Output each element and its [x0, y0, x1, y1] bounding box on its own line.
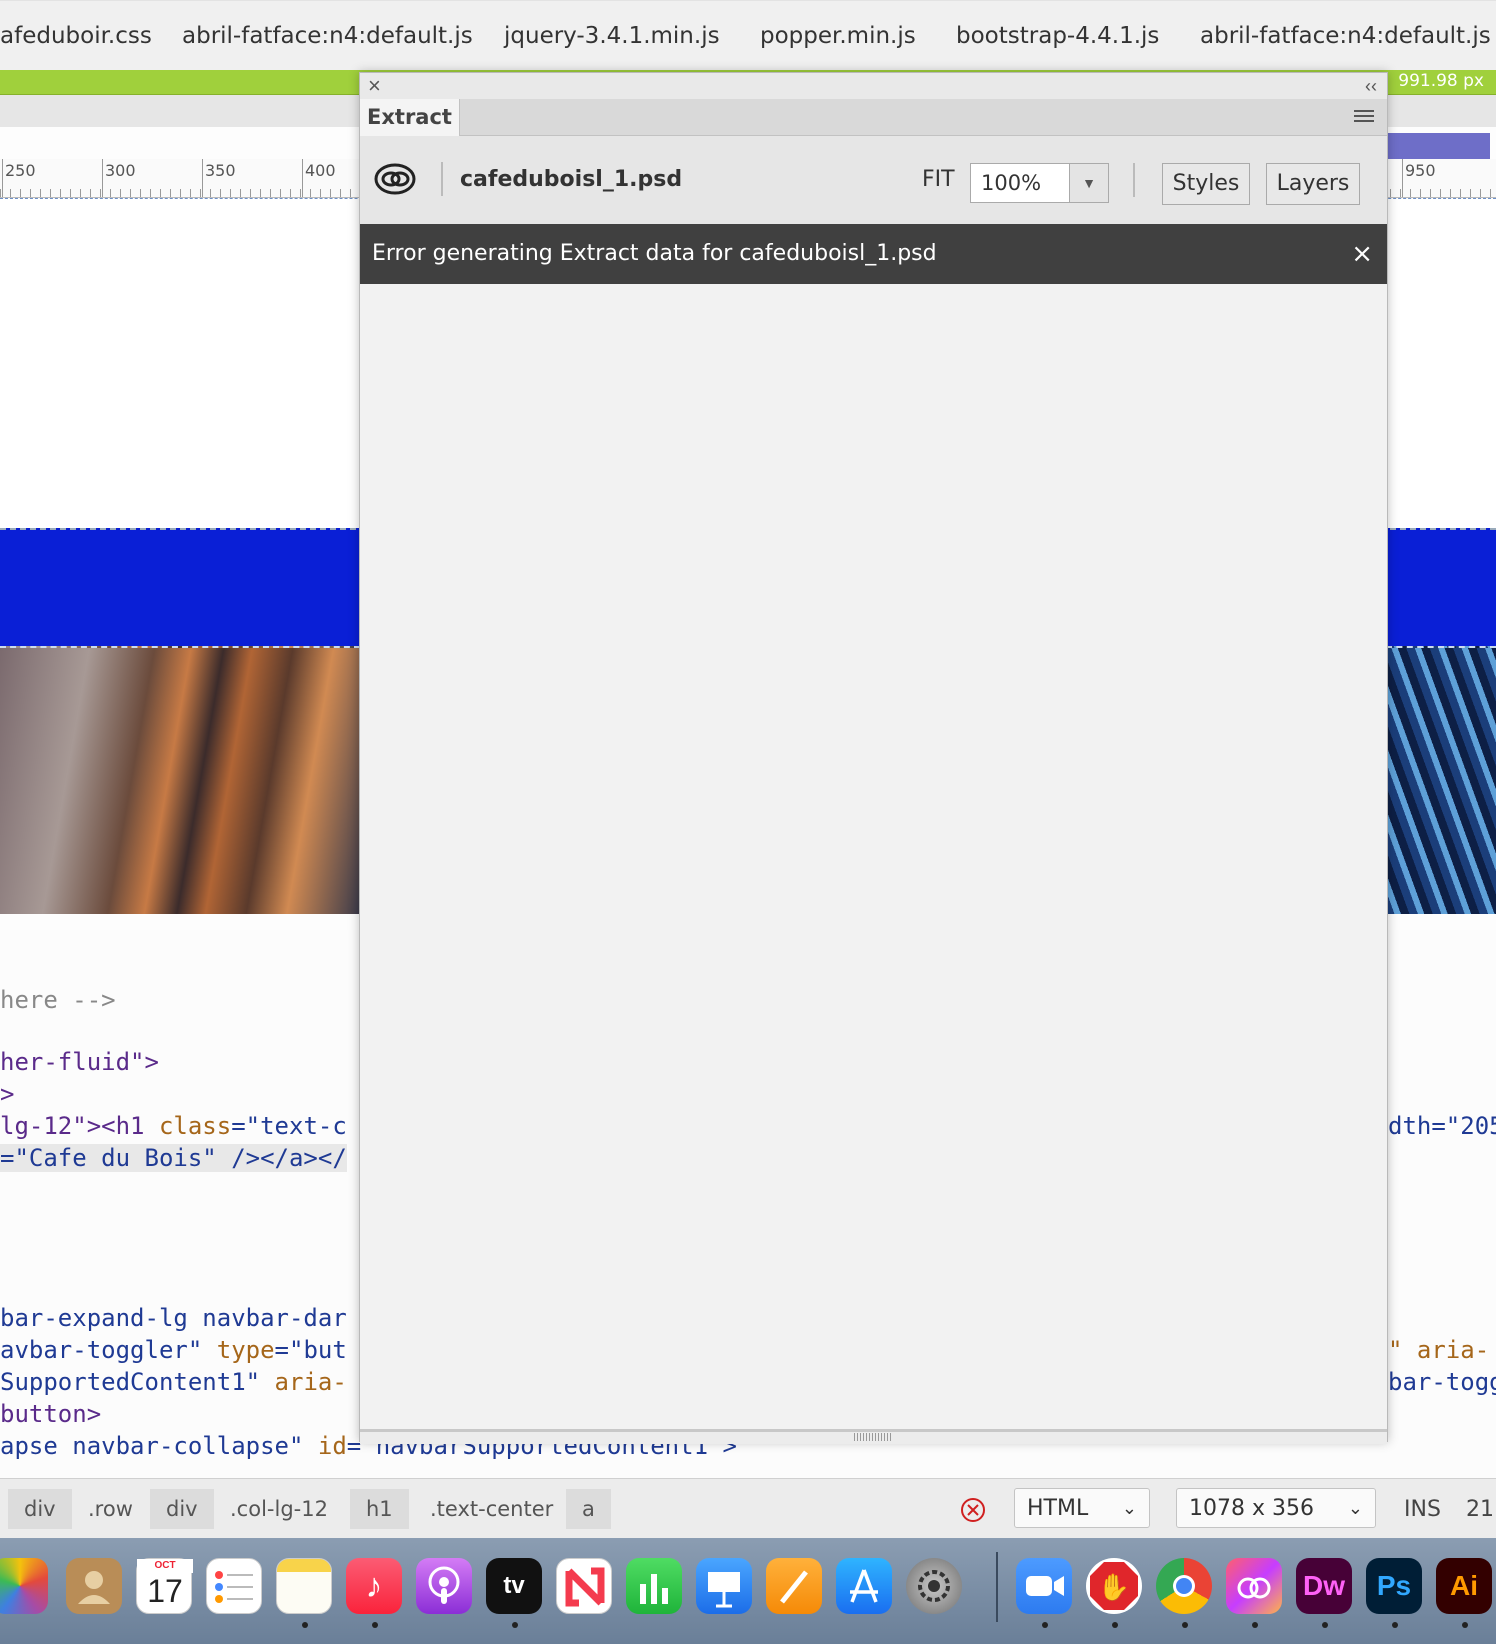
code-line: lg-12"><h1 class="text-c	[0, 1112, 347, 1140]
breadcrumb-item[interactable]: div	[150, 1489, 214, 1529]
code-line-right: dth="205	[1388, 1112, 1496, 1140]
panel-title-bar[interactable]: × ‹‹	[360, 73, 1387, 99]
insert-mode-indicator[interactable]: INS	[1404, 1497, 1441, 1522]
pages-app-icon[interactable]	[766, 1558, 822, 1614]
panel-resize-handle[interactable]	[360, 1429, 1387, 1444]
notes-app-icon[interactable]	[276, 1558, 332, 1614]
code-line-right: bar-togg	[1388, 1368, 1496, 1396]
code-line: here -->	[0, 986, 116, 1014]
news-app-icon[interactable]	[556, 1558, 612, 1614]
ruler-label-950: 950	[1405, 161, 1436, 180]
file-tab-popper[interactable]: popper.min.js	[760, 23, 916, 49]
breadcrumb-item[interactable]: a	[566, 1489, 611, 1529]
svg-text:✋: ✋	[1098, 1572, 1130, 1603]
collapse-panel-icon[interactable]: ‹‹	[1365, 73, 1377, 99]
code-line: ="Cafe du Bois" /></a></	[0, 1144, 347, 1172]
apple-tv-app-icon[interactable]: tv	[486, 1558, 542, 1614]
file-tab-css[interactable]: afeduboir.css	[0, 23, 152, 49]
code-line-right: " aria-	[1388, 1336, 1490, 1364]
photoshop-app-icon[interactable]: Ps	[1366, 1558, 1422, 1614]
extract-panel: × ‹‹ Extract cafeduboisl_1.psd FIT 100% …	[359, 72, 1388, 1444]
media-query-width: 991.98 px	[1398, 71, 1484, 91]
window-size-select[interactable]: 1078 x 356 ⌄	[1176, 1488, 1376, 1528]
macos-dock: OCT 17 ♪ tv ✋ Dw Ps Ai	[0, 1538, 1496, 1644]
chrome-app-icon[interactable]	[1156, 1558, 1212, 1614]
status-bar: div .row div .col-lg-12 h1 .text-center …	[0, 1478, 1496, 1539]
tab-extract[interactable]: Extract	[360, 99, 460, 136]
fit-label[interactable]: FIT	[922, 167, 955, 192]
app-store-icon[interactable]	[836, 1558, 892, 1614]
ruler-label-250: 250	[5, 161, 36, 180]
zoom-app-icon[interactable]	[1016, 1558, 1072, 1614]
code-line: SupportedContent1" aria-	[0, 1368, 347, 1396]
creative-cloud-icon[interactable]	[1226, 1558, 1282, 1614]
calendar-app-icon[interactable]: OCT 17	[136, 1558, 193, 1614]
ruler-label-350: 350	[205, 161, 236, 180]
numbers-app-icon[interactable]	[626, 1558, 682, 1614]
system-preferences-icon[interactable]	[906, 1558, 962, 1614]
ruler-label-300: 300	[105, 161, 136, 180]
error-icon[interactable]	[960, 1497, 986, 1523]
breadcrumb-item[interactable]: .col-lg-12	[214, 1489, 344, 1529]
dock-separator	[996, 1552, 998, 1622]
file-tab-abril-fatface-2[interactable]: abril-fatface:n4:default.js	[1200, 23, 1491, 49]
hero-image-left[interactable]	[0, 646, 360, 914]
related-files-bar: afeduboir.css abril-fatface:n4:default.j…	[0, 0, 1496, 72]
document-type-select[interactable]: HTML ⌄	[1014, 1488, 1150, 1528]
styles-button[interactable]: Styles	[1162, 163, 1250, 205]
hero-image-right[interactable]	[1386, 646, 1496, 914]
toolbar-divider	[441, 162, 443, 196]
breadcrumb-item[interactable]: .row	[72, 1489, 149, 1529]
photos-app-icon[interactable]	[0, 1558, 48, 1614]
close-icon[interactable]: ×	[1351, 224, 1373, 284]
breadcrumb-item[interactable]: div	[8, 1489, 72, 1529]
panel-menu-icon[interactable]	[1353, 108, 1375, 126]
toolbar-divider	[1133, 163, 1135, 197]
code-line: her-fluid">	[0, 1048, 159, 1076]
chevron-down-icon: ⌄	[1121, 1498, 1137, 1519]
music-app-icon[interactable]: ♪	[346, 1558, 402, 1614]
layers-button[interactable]: Layers	[1266, 163, 1360, 205]
error-message: Error generating Extract data for cafedu…	[372, 241, 937, 266]
psd-file-name: cafeduboisl_1.psd	[460, 167, 683, 192]
keynote-app-icon[interactable]	[696, 1558, 752, 1614]
grip-icon	[854, 1433, 892, 1441]
dreamweaver-app-icon[interactable]: Dw	[1296, 1558, 1352, 1614]
code-line: >	[0, 1080, 15, 1108]
media-query-range-marker[interactable]	[1388, 133, 1490, 159]
creative-cloud-icon[interactable]	[374, 162, 416, 196]
file-tab-bootstrap[interactable]: bootstrap-4.4.1.js	[956, 23, 1159, 49]
error-banner: Error generating Extract data for cafedu…	[360, 224, 1387, 284]
zoom-dropdown-chevron-icon[interactable]: ▼	[1069, 163, 1109, 203]
chevron-down-icon: ⌄	[1347, 1498, 1363, 1519]
panel-tab-row: Extract	[360, 99, 1387, 136]
illustrator-app-icon[interactable]: Ai	[1436, 1558, 1492, 1614]
cursor-position: 21	[1466, 1497, 1494, 1522]
contacts-app-icon[interactable]	[66, 1558, 122, 1614]
file-tab-jquery[interactable]: jquery-3.4.1.min.js	[504, 23, 720, 49]
podcasts-app-icon[interactable]	[416, 1558, 472, 1614]
file-tab-abril-fatface-1[interactable]: abril-fatface:n4:default.js	[182, 23, 473, 49]
extract-content-area[interactable]	[360, 284, 1387, 1429]
code-line: bar-expand-lg navbar-dar	[0, 1304, 347, 1332]
code-line: button>	[0, 1400, 102, 1428]
code-line: avbar-toggler" type="but	[0, 1336, 347, 1364]
reminders-app-icon[interactable]	[206, 1558, 262, 1614]
adblock-app-icon[interactable]: ✋	[1086, 1558, 1142, 1614]
breadcrumb-item[interactable]: .text-center	[414, 1489, 569, 1529]
close-icon[interactable]: ×	[368, 73, 381, 99]
ruler-label-400: 400	[305, 161, 336, 180]
breadcrumb-item[interactable]: h1	[350, 1489, 409, 1529]
zoom-input[interactable]: 100%	[970, 163, 1070, 203]
